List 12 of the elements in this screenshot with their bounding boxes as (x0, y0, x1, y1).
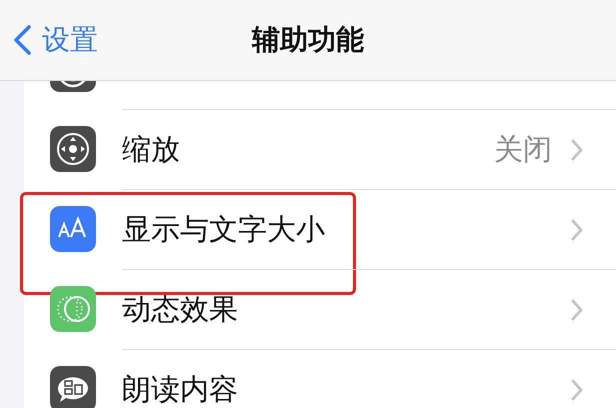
setting-label[interactable]: 动态效果 (122, 290, 570, 330)
page-title: 辅助功能 (252, 23, 364, 56)
setting-label[interactable]: 朗读内容 (122, 370, 570, 408)
back-chevron-icon (12, 24, 32, 56)
setting-label[interactable]: 缩放 (122, 130, 494, 170)
chevron-icon (570, 298, 584, 322)
chevron-icon (570, 138, 584, 162)
chevron-icon (570, 378, 584, 402)
setting-value: 关闭 (494, 130, 552, 168)
setting-label[interactable]: 显示与文字大小 (122, 210, 570, 250)
back-button[interactable]: 设置 (0, 20, 104, 60)
chevron-icon (570, 218, 584, 242)
